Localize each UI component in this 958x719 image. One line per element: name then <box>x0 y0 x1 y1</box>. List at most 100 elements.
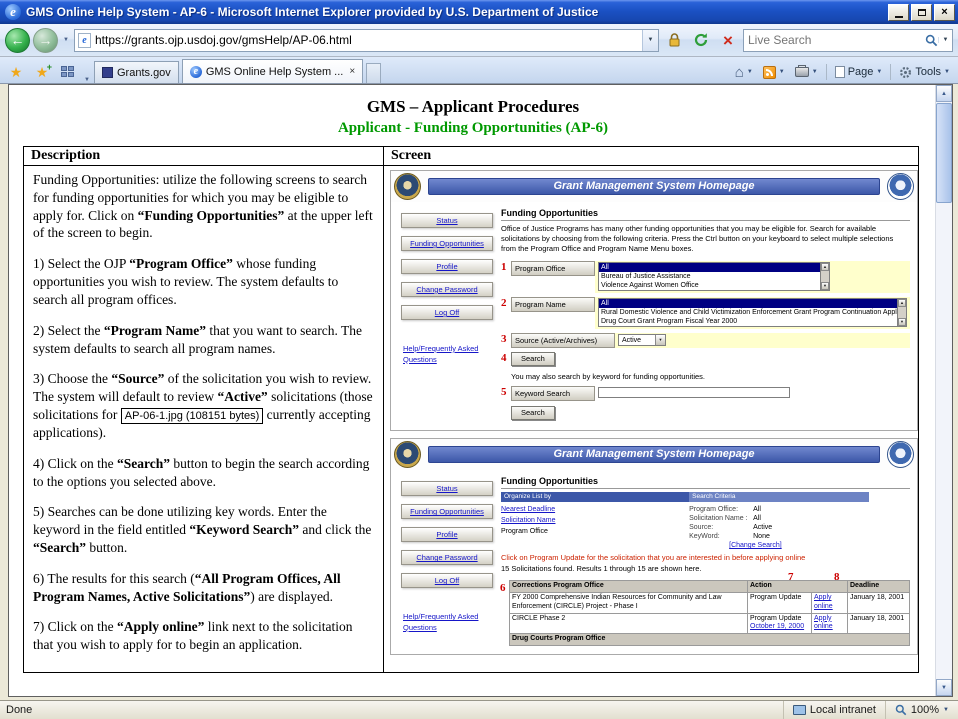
marker-5: 5 <box>501 386 511 398</box>
description-cell: Funding Opportunities: utilize the follo… <box>24 166 384 673</box>
table-row: Drug Courts Program Office <box>510 634 910 646</box>
solicitation-name-link: Solicitation Name <box>501 517 689 524</box>
page-dropdown-icon[interactable]: ▼ <box>876 69 882 75</box>
back-button[interactable]: ← <box>5 28 30 53</box>
marker-8: 8 <box>834 571 844 583</box>
group-header-corrections: Corrections Program Office <box>510 581 748 593</box>
page-menu-button[interactable]: Page ▼ <box>831 61 887 83</box>
add-favorite-button[interactable]: ★ + <box>30 61 54 83</box>
gms-sidebar: Status Funding Opportunities Profile Cha… <box>395 206 499 422</box>
description-paragraph: 3) Choose the “Source” of the solicitati… <box>33 370 374 441</box>
organize-bar: Organize List by Search Criteria <box>501 492 910 502</box>
quick-tabs-grid-icon <box>61 66 75 78</box>
search-magnifier-icon[interactable] <box>925 34 938 47</box>
print-dropdown-icon[interactable]: ▼ <box>812 69 818 75</box>
listbox-option: Bureau of Justice Assistance <box>599 272 820 281</box>
solicitation-name: CIRCLE Phase 2 <box>510 613 748 634</box>
zoom-dropdown-icon[interactable]: ▼ <box>943 707 949 713</box>
address-dropdown-button[interactable]: ▼ <box>642 30 658 51</box>
stop-button[interactable]: × <box>716 28 740 52</box>
program-office-item: Program Office <box>501 528 689 535</box>
print-button[interactable]: ▼ <box>791 61 822 83</box>
funding-opportunities-heading: Funding Opportunities <box>501 208 910 221</box>
forward-button[interactable]: → <box>33 28 58 53</box>
tab-gms-help[interactable]: e GMS Online Help System ... × <box>182 59 363 83</box>
gms-header: Grant Management System Homepage <box>391 439 917 470</box>
change-search-link: [Change Search] <box>729 542 782 549</box>
program-office-listbox: All Bureau of Justice Assistance Violenc… <box>598 262 830 291</box>
feeds-dropdown-icon[interactable]: ▼ <box>779 69 785 75</box>
solicitation-name: FY 2000 Comprehensive Indian Resources f… <box>510 593 748 614</box>
sidebar-item-log-off: Log Off <box>401 573 493 588</box>
results-count-line: 15 Solicitations found. Results 1 throug… <box>501 564 910 573</box>
image-filename-tooltip: AP-06-1.jpg (108151 bytes) <box>121 408 264 424</box>
sidebar-item-profile: Profile <box>401 527 493 542</box>
separator <box>826 64 827 80</box>
scroll-up-icon: ▲ <box>898 299 906 307</box>
ie-favicon: e <box>190 66 202 78</box>
scroll-down-button[interactable]: ▼ <box>936 679 952 696</box>
description-paragraph: 6) The results for this search (“All Pro… <box>33 570 374 606</box>
close-button[interactable]: × <box>934 4 955 21</box>
description-paragraph: 7) Click on the “Apply online” link next… <box>33 618 374 654</box>
live-search-box[interactable]: ▼ <box>743 29 953 52</box>
title-bar: e GMS Online Help System - AP-6 - Micros… <box>0 0 958 24</box>
column-header-description: Description <box>24 147 384 166</box>
listbox-option: All <box>599 299 897 308</box>
vertical-scrollbar[interactable]: ▲ ▼ <box>935 85 952 696</box>
table-row: CIRCLE Phase 2 Program UpdateOctober 19,… <box>510 613 910 634</box>
maximize-button[interactable] <box>911 4 932 21</box>
security-zone-section[interactable]: Local intranet <box>783 701 885 719</box>
command-buttons: ⌂ ▼ ▼ ▼ Page ▼ <box>731 61 954 83</box>
tools-dropdown-icon[interactable]: ▼ <box>944 69 950 75</box>
search-input[interactable] <box>744 33 925 47</box>
navigation-bar: ← → ▼ e https://grants.ojp.usdoj.gov/gms… <box>0 24 958 57</box>
scroll-up-button[interactable]: ▲ <box>936 85 952 102</box>
tab-grants-gov[interactable]: Grants.gov <box>94 61 179 83</box>
scrollbar-thumb[interactable] <box>936 103 952 203</box>
tools-gear-icon <box>899 66 912 79</box>
home-dropdown-icon[interactable]: ▼ <box>747 69 753 75</box>
help-faq-link: Help/Frequently Asked Questions <box>403 344 491 365</box>
program-update-cell: Program UpdateOctober 19, 2000 <box>748 613 812 634</box>
new-tab-stub[interactable] <box>366 63 381 83</box>
organize-list-by-label: Organize List by <box>501 492 689 502</box>
page-icon <box>835 66 845 78</box>
quick-tabs-button[interactable] <box>56 61 80 83</box>
listbox-option: Drug Court Grant Program Fiscal Year 200… <box>599 317 897 326</box>
tools-menu-button[interactable]: Tools ▼ <box>895 61 954 83</box>
home-button[interactable]: ⌂ ▼ <box>731 61 757 83</box>
favorites-center-button[interactable]: ★ <box>4 61 28 83</box>
listbox-scrollbar: ▲ ▼ <box>820 263 829 290</box>
url-text[interactable]: https://grants.ojp.usdoj.gov/gmsHelp/AP-… <box>95 33 638 47</box>
gms-screenshot-1: Grant Management System Homepage Status … <box>390 170 918 431</box>
gms-screenshot-2: Grant Management System Homepage Status … <box>390 438 918 655</box>
gms-sidebar: Status Funding Opportunities Profile Cha… <box>395 474 499 646</box>
zoom-control[interactable]: 100% ▼ <box>885 701 958 719</box>
status-bar: Done Local intranet 100% ▼ <box>0 700 958 719</box>
content-area: GMS – Applicant Procedures Applicant - F… <box>0 84 958 700</box>
ojp-seal-icon <box>887 441 914 468</box>
history-dropdown-icon[interactable]: ▼ <box>61 37 71 43</box>
maximize-icon <box>918 9 926 16</box>
security-lock-button[interactable] <box>662 28 686 52</box>
tab-close-icon[interactable]: × <box>347 66 355 77</box>
sidebar-item-funding-opportunities: Funding Opportunities <box>401 236 493 251</box>
listbox-option: Rural Domestic Violence and Child Victim… <box>599 308 897 317</box>
nearest-deadline-link: Nearest Deadline <box>501 506 689 513</box>
minimize-button[interactable] <box>888 4 909 21</box>
tab-list-dropdown-icon[interactable]: ▼ <box>82 77 92 83</box>
address-bar[interactable]: e https://grants.ojp.usdoj.gov/gmsHelp/A… <box>74 29 659 52</box>
feeds-button[interactable]: ▼ <box>759 61 789 83</box>
page-menu-label: Page <box>848 66 874 78</box>
listbox-option: All <box>599 263 820 272</box>
page-title: GMS – Applicant Procedures <box>23 97 923 117</box>
tools-menu-label: Tools <box>915 66 941 78</box>
scrollbar-track[interactable] <box>936 102 952 679</box>
deadline-cell: January 18, 2001 <box>848 613 910 634</box>
program-name-listbox: All Rural Domestic Violence and Child Vi… <box>598 298 907 327</box>
refresh-button[interactable] <box>689 28 713 52</box>
search-options-dropdown[interactable]: ▼ <box>938 37 952 43</box>
ojp-seal-icon <box>887 173 914 200</box>
favorites-star-icon: ★ <box>10 65 23 79</box>
